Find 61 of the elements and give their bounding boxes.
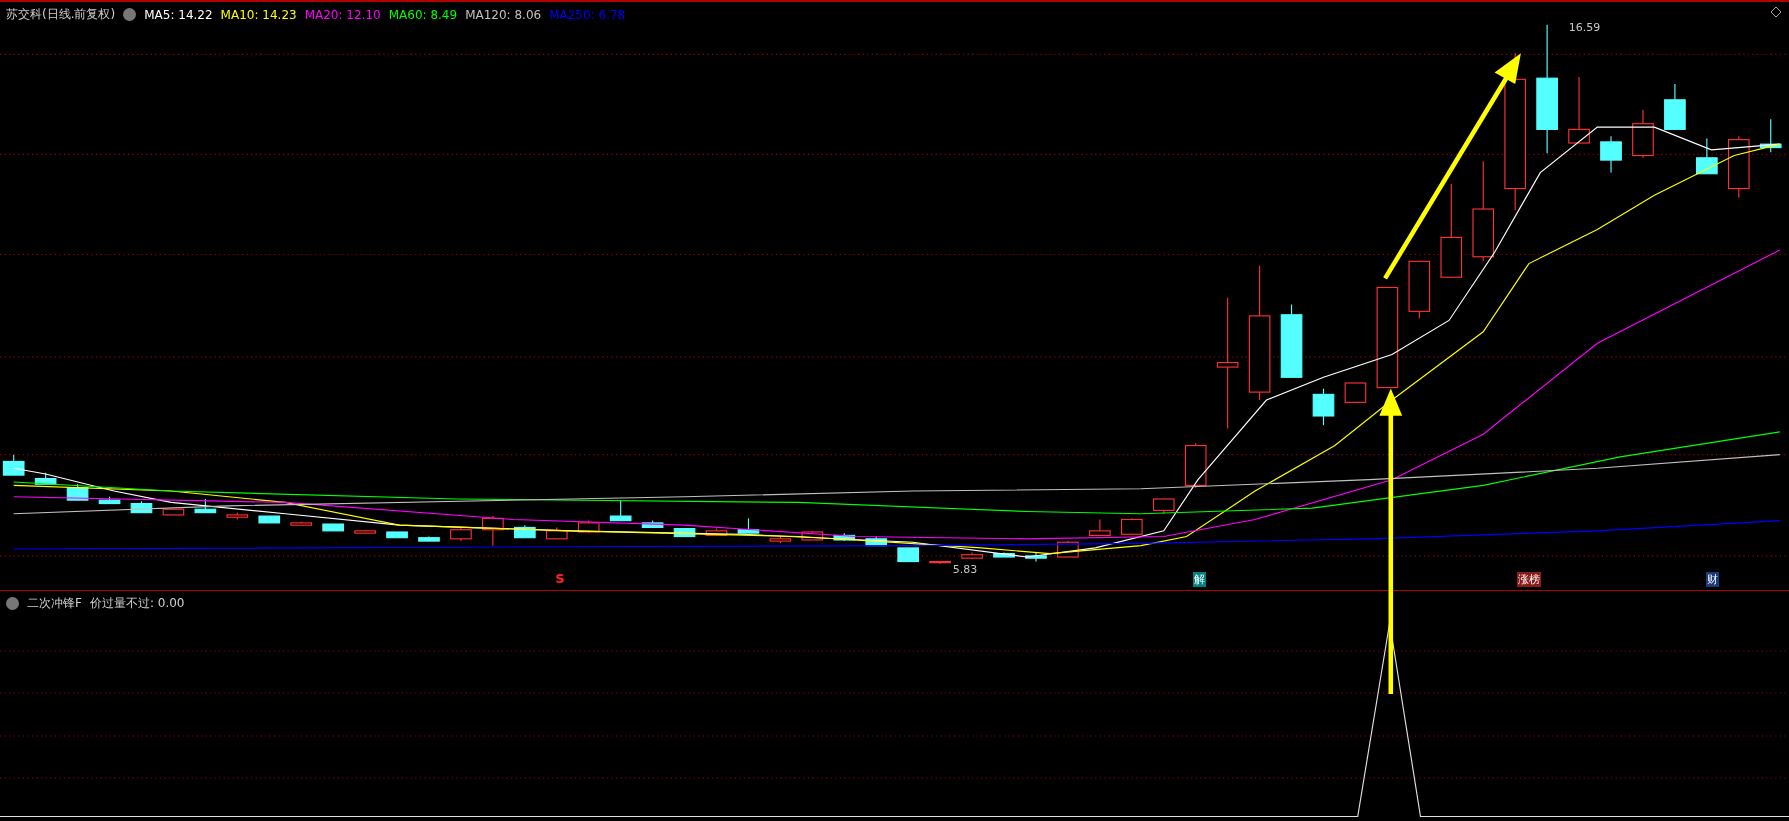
chart-title: 苏交科(日线.前复权) [6,6,116,23]
candlestick [641,520,664,529]
candlestick [801,530,824,541]
candlestick [769,535,792,544]
candlestick [130,500,153,514]
candlestick [514,524,536,539]
candlestick [482,515,504,547]
candlestick [545,526,568,540]
candlestick [1408,260,1431,319]
candlestick [1759,118,1782,153]
candlestick [1632,109,1654,159]
moving-average-value: MA250: 6.78 [549,7,626,22]
candlestick [1664,83,1686,130]
candlestick [1184,442,1207,489]
moving-average-value: MA20: 12.10 [304,7,381,22]
high-price-label: 16.59 [1568,21,1601,35]
candlestick [865,535,888,547]
event-marker[interactable]: 解 [1193,572,1207,587]
candlestick [34,472,57,485]
candlestick [1696,137,1718,175]
event-marker[interactable]: s [554,569,566,587]
moving-average-value: MA120: 8.06 [465,7,542,22]
candlestick [1568,76,1590,144]
candlestick [833,532,856,542]
candlestick [386,531,408,539]
candlestick [1312,388,1335,426]
indicator-reading: 价过量不过: 0.00 [89,595,185,612]
candlestick [1152,498,1175,515]
candlestick [577,520,600,534]
candlestick [354,529,376,534]
candlestick [1600,135,1622,174]
candlestick [162,508,185,516]
candlestick [2,454,25,476]
candlestick [290,521,313,526]
event-marker[interactable]: 财 [1705,572,1719,587]
candlestick [993,551,1015,558]
candlestick [1089,518,1111,536]
candlestick [1344,382,1367,403]
indicator-title: 二次冲锋F [27,595,82,612]
event-marker[interactable]: 涨榜 [1517,572,1542,587]
candlestick [1025,551,1047,563]
candlestick [897,547,920,563]
candlestick [737,517,760,534]
candlestick [258,515,281,524]
candlestick [609,499,632,522]
candlestick [450,526,472,542]
candlestick [961,551,983,560]
candlestick [194,498,217,514]
candlestick [98,496,121,505]
low-price-label: 5.83 [952,563,978,577]
moving-average-value: MA5: 14.22 [144,7,213,22]
moving-average-value: MA10: 14.23 [220,7,297,22]
candlestick [418,535,440,542]
candlestick [673,528,696,538]
diamond-icon[interactable] [1770,6,1782,18]
candlestick [705,528,728,536]
candlestick [1727,135,1750,199]
candlestick [1121,517,1143,535]
moving-average-value: MA60: 8.49 [388,7,458,22]
candlestick [322,523,344,532]
candlestick [929,561,951,565]
